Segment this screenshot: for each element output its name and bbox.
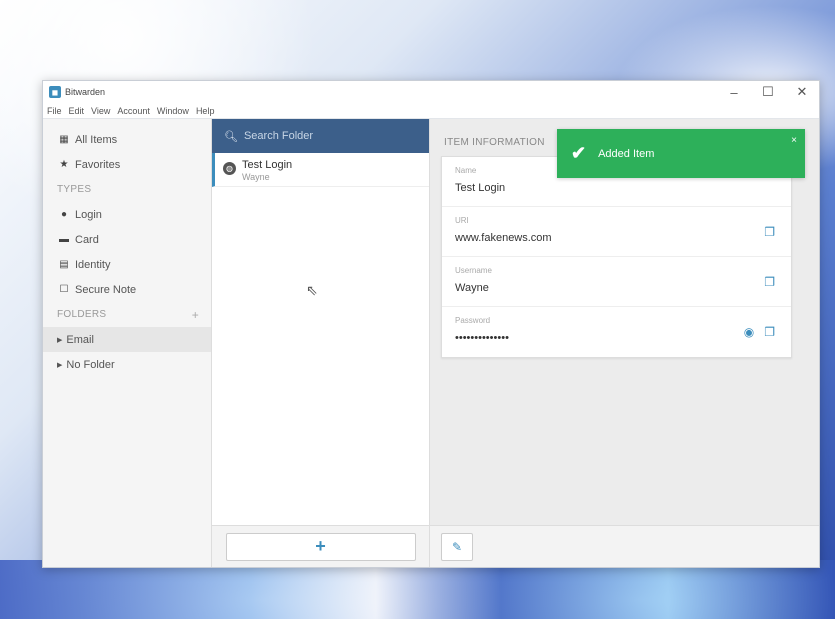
- menu-window[interactable]: Window: [157, 106, 189, 116]
- toast-close-button[interactable]: ×: [791, 135, 797, 146]
- eye-icon[interactable]: ◉: [744, 325, 754, 339]
- maximize-button[interactable]: ☐: [751, 81, 785, 103]
- sidebar-item-label: All Items: [75, 133, 118, 146]
- list-footer: +: [212, 525, 429, 567]
- window-controls: – ☐ ✕: [717, 81, 819, 103]
- list-item[interactable]: ◍ Test Login Wayne: [212, 153, 429, 187]
- success-toast: ✔ Added Item ×: [557, 129, 805, 178]
- folders-heading-label: FOLDERS: [57, 309, 107, 320]
- sidebar-item-folder-none[interactable]: ▶ No Folder: [43, 352, 211, 377]
- field-actions: ❐: [764, 225, 775, 239]
- sidebar-item-secure-note[interactable]: ☐ Secure Note: [43, 277, 211, 302]
- titlebar: ◼ Bitwarden – ☐ ✕: [43, 81, 819, 103]
- field-label: URI: [455, 216, 469, 225]
- item-information-card: Name Test Login URI www.fakenews.com ❐ U…: [441, 156, 792, 358]
- bitwarden-logo-icon: ◼: [49, 86, 61, 98]
- add-item-button[interactable]: +: [225, 532, 416, 561]
- menubar: File Edit View Account Window Help: [43, 103, 819, 119]
- id-card-icon: ▤: [59, 259, 69, 270]
- menu-help[interactable]: Help: [196, 106, 215, 116]
- app-body: ▦ All Items ★ Favorites TYPES ● Login ▬ …: [43, 119, 819, 567]
- sidebar: ▦ All Items ★ Favorites TYPES ● Login ▬ …: [43, 119, 212, 567]
- menu-file[interactable]: File: [47, 106, 62, 116]
- sidebar-item-label: Login: [75, 208, 102, 221]
- copy-icon[interactable]: ❐: [764, 275, 775, 289]
- globe-icon: ●: [60, 209, 68, 220]
- sidebar-item-card[interactable]: ▬ Card: [43, 227, 211, 252]
- field-actions: ❐: [764, 275, 775, 289]
- field-value[interactable]: ••••••••••••••: [455, 332, 779, 344]
- copy-icon[interactable]: ❐: [764, 225, 775, 239]
- items-list-pane: 🔍︎ Search Folder ◍ Test Login Wayne ⇖ +: [212, 119, 430, 567]
- toast-message: Added Item: [598, 147, 655, 160]
- copy-icon[interactable]: ❐: [764, 325, 775, 339]
- search-input[interactable]: 🔍︎ Search Folder: [212, 119, 429, 153]
- username-field: Username Wayne ❐: [442, 257, 791, 307]
- checkmark-icon: ✔: [571, 143, 587, 163]
- pencil-icon: ✎: [451, 539, 463, 554]
- menu-edit[interactable]: Edit: [69, 106, 85, 116]
- password-field: Password •••••••••••••• ◉ ❐: [442, 307, 791, 357]
- section-title: ITEM INFORMATION: [444, 137, 545, 148]
- sidebar-item-all-items[interactable]: ▦ All Items: [43, 127, 211, 152]
- field-label: Username: [455, 266, 492, 275]
- types-heading: TYPES: [43, 177, 211, 202]
- sidebar-item-login[interactable]: ● Login: [43, 202, 211, 227]
- mouse-cursor-icon: ⇖: [306, 282, 318, 298]
- desktop-glow: [0, 560, 835, 619]
- star-icon: ★: [59, 159, 69, 170]
- list-item-title: Test Login: [242, 159, 293, 171]
- sidebar-item-label: Identity: [75, 258, 111, 271]
- sidebar-item-label: Secure Note: [75, 283, 137, 296]
- sidebar-item-label: No Folder: [66, 358, 115, 371]
- uri-field: URI www.fakenews.com ❐: [442, 207, 791, 257]
- sidebar-item-identity[interactable]: ▤ Identity: [43, 252, 211, 277]
- edit-item-button[interactable]: ✎: [441, 532, 473, 561]
- types-heading-label: TYPES: [57, 184, 92, 195]
- window-title: Bitwarden: [65, 87, 106, 97]
- list-item-subtitle: Wayne: [242, 172, 270, 182]
- folders-heading: FOLDERS +: [43, 302, 211, 327]
- field-value[interactable]: www.fakenews.com: [455, 232, 779, 244]
- field-label: Password: [455, 316, 491, 325]
- grid-icon: ▦: [59, 134, 69, 145]
- globe-icon: ◍: [223, 162, 236, 175]
- search-placeholder: Search Folder: [243, 130, 314, 142]
- note-icon: ☐: [59, 284, 69, 295]
- credit-card-icon: ▬: [59, 234, 69, 245]
- menu-account[interactable]: Account: [117, 106, 150, 116]
- field-value[interactable]: Wayne: [455, 282, 779, 294]
- add-folder-button[interactable]: +: [192, 308, 199, 322]
- search-icon: 🔍︎: [224, 130, 238, 143]
- field-actions: ◉ ❐: [744, 325, 775, 339]
- chevron-right-icon: ▶: [57, 336, 63, 344]
- bitwarden-window: ◼ Bitwarden – ☐ ✕ File Edit View Account…: [42, 80, 820, 568]
- sidebar-item-label: Card: [75, 233, 99, 246]
- field-value[interactable]: Test Login: [455, 182, 779, 194]
- sidebar-item-label: Email: [66, 333, 94, 346]
- sidebar-item-folder-email[interactable]: ▶ Email: [43, 327, 211, 352]
- menu-view[interactable]: View: [91, 106, 110, 116]
- sidebar-item-favorites[interactable]: ★ Favorites: [43, 152, 211, 177]
- chevron-right-icon: ▶: [57, 361, 63, 369]
- item-detail-pane: ITEM INFORMATION Name Test Login URI www…: [430, 119, 819, 567]
- close-window-button[interactable]: ✕: [785, 81, 819, 103]
- minimize-button[interactable]: –: [717, 81, 751, 103]
- sidebar-item-label: Favorites: [75, 158, 121, 171]
- detail-footer: ✎: [430, 525, 819, 567]
